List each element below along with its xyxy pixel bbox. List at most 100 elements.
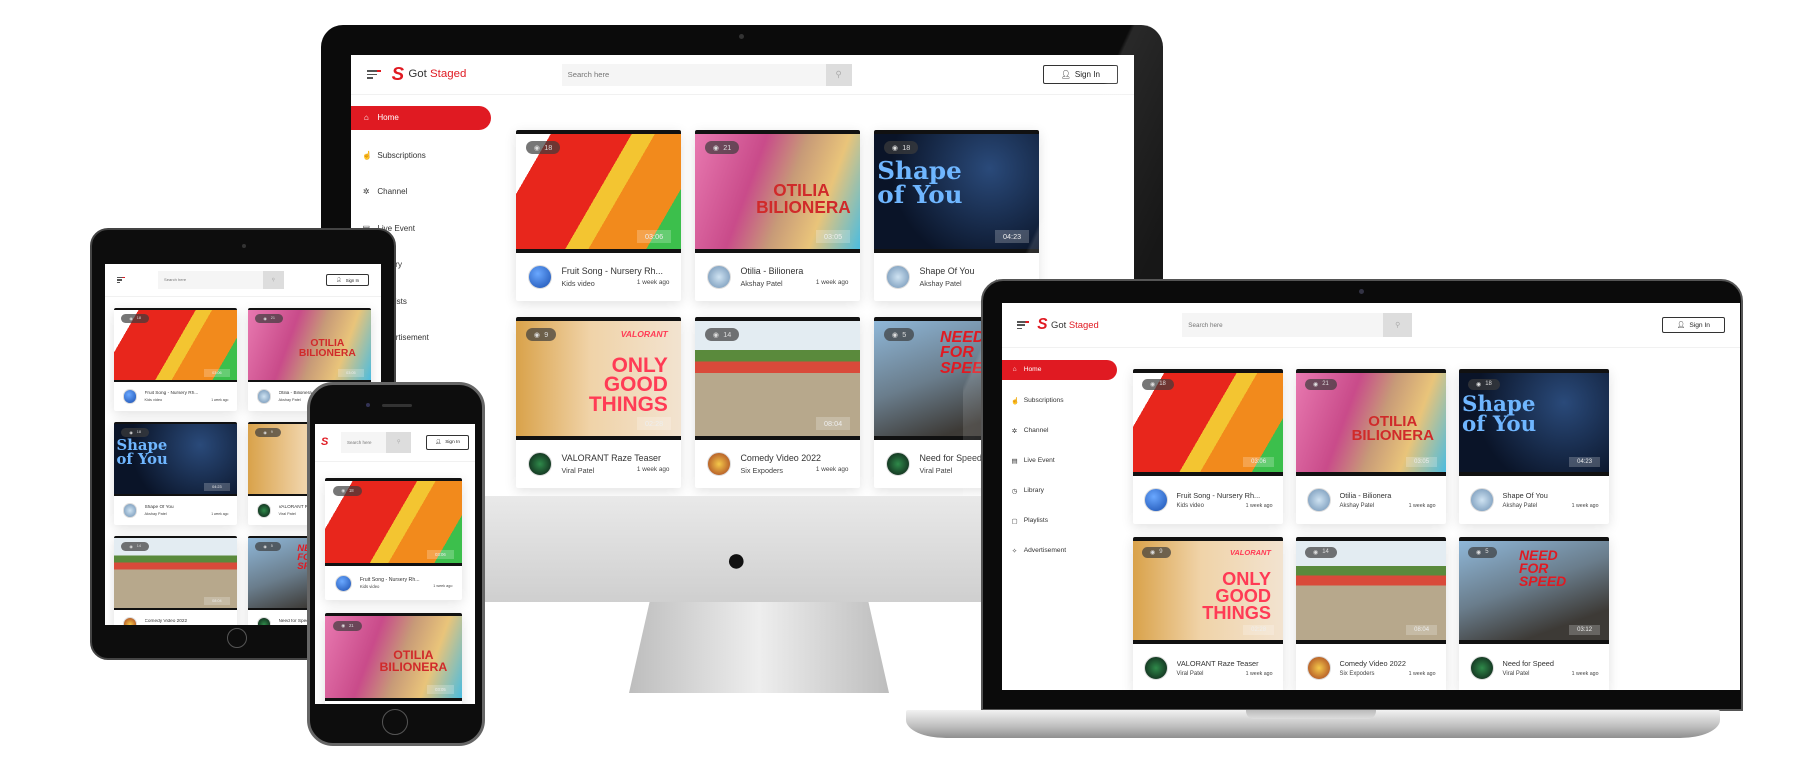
- channel-avatar[interactable]: [122, 389, 138, 404]
- channel-name[interactable]: Six Expoders: [1340, 671, 1375, 677]
- search-input[interactable]: [158, 270, 263, 290]
- channel-avatar[interactable]: [256, 389, 272, 404]
- channel-name[interactable]: Akshay Patel: [740, 279, 782, 288]
- video-title[interactable]: Need for Speed: [1503, 659, 1599, 668]
- video-title[interactable]: Fruit Song - Nursery Rh...: [145, 391, 229, 396]
- sidebar-item-channel[interactable]: ✲ Channel: [351, 174, 491, 210]
- sidebar-item-home[interactable]: ⌂ Home: [351, 106, 491, 130]
- channel-avatar[interactable]: [122, 617, 138, 625]
- video-card[interactable]: ◉ 18 03:06 Fruit Song - Nursery Rh... Kids v…: [325, 478, 462, 600]
- video-title[interactable]: VALORANT Raze Teaser: [1177, 659, 1273, 668]
- sign-in-button[interactable]: 👤︎ Sign In: [426, 435, 469, 450]
- video-thumbnail[interactable]: ONLY GOOD THINGS VALORANT ◉9 02:28: [516, 317, 681, 440]
- video-title[interactable]: Fruit Song - Nursery Rh...: [360, 577, 453, 583]
- channel-name[interactable]: Akshay Patel: [145, 512, 167, 516]
- video-card[interactable]: ◉ 18 03:06 Fruit Song - Nursery Rh... Kids v…: [114, 308, 237, 411]
- channel-name[interactable]: Viral Patel: [279, 512, 296, 516]
- video-card[interactable]: NEED FOR SPEED ◉5 03:12 Need for Speed Viral…: [1459, 537, 1609, 690]
- channel-avatar[interactable]: [122, 503, 138, 518]
- channel-name[interactable]: Kids video: [561, 279, 594, 288]
- channel-avatar[interactable]: [334, 574, 352, 592]
- video-card[interactable]: Shape of You ◉ 18 04:23 Shape Of You Akshay P…: [874, 130, 1039, 301]
- video-thumbnail[interactable]: OTILIA BILIONERA ◉ 21 03:05: [325, 613, 462, 701]
- channel-avatar[interactable]: [1306, 656, 1331, 680]
- video-card[interactable]: OTILIA BILIONERA ◉21 03:05 Otilia - Bilione…: [325, 613, 462, 704]
- channel-name[interactable]: Akshay Patel: [1503, 503, 1538, 509]
- search-input[interactable]: [1182, 312, 1384, 338]
- brand-logo[interactable]: S Got Staged: [1037, 317, 1182, 333]
- channel-name[interactable]: Viral Patel: [919, 466, 952, 475]
- channel-name[interactable]: Kids video: [360, 584, 380, 589]
- video-title[interactable]: Shape Of You: [145, 505, 229, 510]
- video-title[interactable]: Comedy Video 2022: [1340, 659, 1436, 668]
- video-title[interactable]: Shape Of You: [1503, 491, 1599, 500]
- video-title[interactable]: Otilia - Bilionera: [1340, 491, 1436, 500]
- video-title[interactable]: Fruit Song - Nursery Rh...: [561, 266, 669, 276]
- search-input[interactable]: [561, 63, 826, 86]
- brand-logo[interactable]: S Got Staged: [321, 437, 341, 448]
- channel-name[interactable]: Akshay Patel: [1340, 503, 1375, 509]
- channel-avatar[interactable]: [885, 452, 910, 476]
- video-card[interactable]: OTILIA BILIONERA ◉21 03:05 Otilia - Bilione…: [1296, 369, 1446, 524]
- video-card[interactable]: Shape of You ◉ 18 04:23 Shape Of You Akshay P…: [114, 422, 237, 525]
- search-button[interactable]: ⚲: [1383, 312, 1413, 338]
- video-card[interactable]: ◉ 18 03:06 Fruit Song - Nursery Rh... Kids v…: [1133, 369, 1283, 524]
- channel-name[interactable]: Akshay Patel: [279, 398, 301, 402]
- video-title[interactable]: Otilia - Bilionera: [740, 266, 848, 276]
- channel-avatar[interactable]: [1143, 488, 1168, 512]
- video-thumbnail[interactable]: ◉ 18 03:06: [1133, 369, 1283, 476]
- video-card[interactable]: ◉ 18 03:06 Fruit Song - Nursery Rh... Kids v…: [516, 130, 681, 301]
- video-thumbnail[interactable]: Shape of You ◉ 18 04:23: [114, 422, 237, 496]
- video-thumbnail[interactable]: OTILIA BILIONERA ◉ 21 03:05: [1296, 369, 1446, 476]
- video-thumbnail[interactable]: ◉ 18 03:06: [114, 308, 237, 382]
- video-title[interactable]: Fruit Song - Nursery Rh...: [1177, 491, 1273, 500]
- channel-name[interactable]: Akshay Patel: [919, 279, 961, 288]
- sidebar-item-playlists[interactable]: ▢ Playlists: [1002, 506, 1117, 535]
- channel-avatar[interactable]: [527, 452, 552, 476]
- video-thumbnail[interactable]: ◉ 14 08:04: [114, 536, 237, 610]
- channel-avatar[interactable]: [527, 265, 552, 289]
- video-title[interactable]: Shape Of You: [919, 266, 1027, 276]
- video-card[interactable]: ◉1408:04Comedy Video 2022Six Expoders1 w…: [695, 317, 860, 488]
- sign-in-button[interactable]: 👤︎ Sign In: [1661, 316, 1725, 334]
- sidebar-item-home[interactable]: ⌂ Home: [1002, 360, 1117, 380]
- sidebar-item-live-event[interactable]: ▤ Live Event: [1002, 446, 1117, 475]
- video-thumbnail[interactable]: NEED FOR SPEED ◉5 03:12: [1459, 537, 1609, 644]
- video-title[interactable]: VALORANT Raze Teaser: [561, 453, 669, 463]
- sidebar-item-subscriptions[interactable]: ☝ Subscriptions: [351, 137, 491, 173]
- channel-avatar[interactable]: [1143, 656, 1168, 680]
- channel-name[interactable]: Viral Patel: [1503, 671, 1530, 677]
- video-thumbnail[interactable]: ONLY GOOD THINGS VALORANT ◉9 02:28: [1133, 537, 1283, 644]
- hamburger-menu-icon[interactable]: [1017, 321, 1029, 329]
- video-thumbnail[interactable]: ◉ 14 08:04: [1296, 537, 1446, 644]
- channel-name[interactable]: Six Expoders: [740, 466, 783, 475]
- channel-name[interactable]: Viral Patel: [1177, 671, 1204, 677]
- video-title[interactable]: Comedy Video 2022: [145, 619, 229, 624]
- sidebar-item-subscriptions[interactable]: ☝ Subscriptions: [1002, 386, 1117, 415]
- channel-avatar[interactable]: [1469, 488, 1494, 512]
- sidebar-item-library[interactable]: ◷ Library: [1002, 476, 1117, 505]
- hamburger-menu-icon[interactable]: [117, 276, 125, 284]
- channel-avatar[interactable]: [256, 503, 272, 518]
- channel-avatar[interactable]: [706, 265, 731, 289]
- channel-name[interactable]: Viral Patel: [561, 466, 594, 475]
- video-thumbnail[interactable]: Shape of You ◉ 18 04:23: [874, 130, 1039, 253]
- brand-logo[interactable]: S Got Staged: [392, 64, 562, 84]
- hamburger-menu-icon[interactable]: [367, 70, 382, 79]
- sidebar-item-advertisement[interactable]: ✧ Advertisement: [1002, 536, 1117, 565]
- video-card[interactable]: ONLY GOOD THINGS VALORANT ◉9 02:28 VALORANT …: [516, 317, 681, 488]
- channel-avatar[interactable]: [706, 452, 731, 476]
- video-thumbnail[interactable]: OTILIA BILIONERA ◉ 21 03:05: [248, 308, 371, 382]
- channel-name[interactable]: Kids video: [145, 398, 163, 402]
- video-card[interactable]: Shape of You ◉ 18 04:23 Shape Of You Akshay P…: [1459, 369, 1609, 524]
- sign-in-button[interactable]: 👤︎ Sign In: [326, 273, 369, 287]
- video-thumbnail[interactable]: OTILIA BILIONERA ◉ 21 03:05: [695, 130, 860, 253]
- channel-avatar[interactable]: [1469, 656, 1494, 680]
- sign-in-button[interactable]: 👤︎ Sign In: [1042, 65, 1118, 84]
- channel-avatar[interactable]: [1306, 488, 1331, 512]
- video-thumbnail[interactable]: ◉ 18 03:06: [516, 130, 681, 253]
- video-thumbnail[interactable]: ◉ 14 08:04: [695, 317, 860, 440]
- video-thumbnail[interactable]: Shape of You ◉ 18 04:23: [1459, 369, 1609, 476]
- search-button[interactable]: ⚲: [262, 270, 285, 290]
- video-card[interactable]: ◉1408:04Comedy Video 2022Six Expoders1 w…: [114, 536, 237, 625]
